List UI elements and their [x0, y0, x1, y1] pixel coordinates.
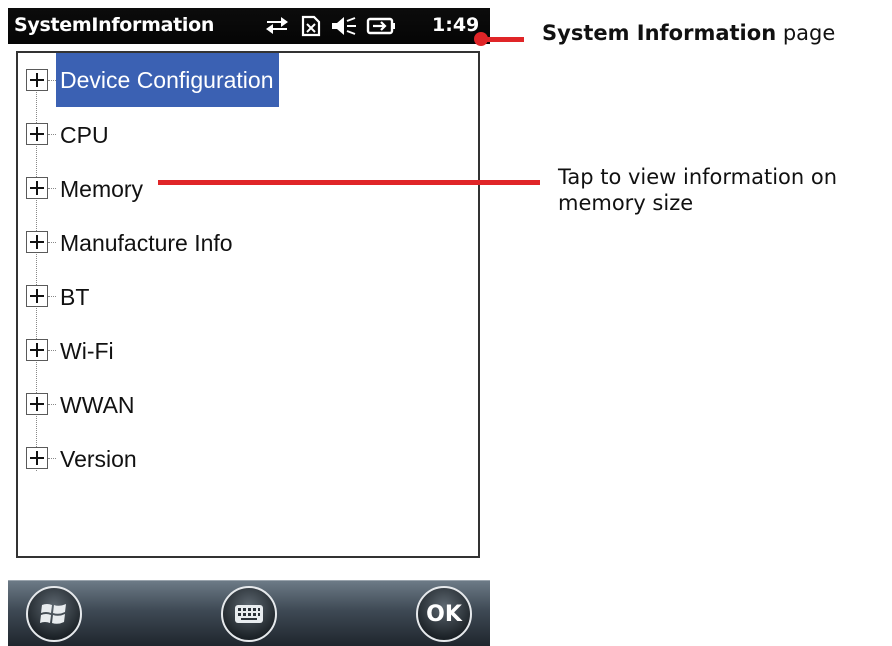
tree-item-label[interactable]: Manufacture Info [56, 223, 238, 263]
callout-memory-line2: memory size [558, 191, 694, 215]
tree-item-version[interactable]: Version [18, 439, 478, 479]
no-sim-icon [301, 15, 321, 37]
tree-item-bt[interactable]: BT [18, 277, 478, 317]
callout-page-title-bold: System Information [542, 21, 777, 45]
tree-item-wwan[interactable]: WWAN [18, 385, 478, 425]
expand-icon[interactable] [26, 393, 48, 415]
expand-icon[interactable] [26, 339, 48, 361]
app-title: SystemInformation [14, 14, 215, 36]
expand-icon[interactable] [26, 285, 48, 307]
expand-icon[interactable] [26, 177, 48, 199]
status-clock: 1:49 [432, 14, 480, 36]
callout-page-title: System Information page [542, 20, 835, 46]
keyboard-button[interactable] [221, 586, 277, 642]
expand-icon[interactable] [26, 69, 48, 91]
sync-arrows-icon [266, 17, 288, 34]
callout-leader-page [482, 37, 524, 42]
tree-connector [48, 296, 56, 297]
tree-connector [48, 80, 56, 81]
callout-memory-line1: Tap to view information on [558, 165, 838, 189]
speaker-muted-icon [332, 17, 356, 35]
callout-memory: Tap to view information on memory size [558, 164, 837, 216]
tree-item-label[interactable]: Device Configuration [56, 53, 279, 107]
tree-item-label[interactable]: CPU [56, 115, 114, 155]
tree-item-wifi[interactable]: Wi-Fi [18, 331, 478, 371]
tree-item-label[interactable]: Wi-Fi [56, 331, 119, 371]
tree-item-cpu[interactable]: CPU [18, 115, 478, 155]
device-screen: SystemInformation 1:49 Device Configurat… [8, 8, 490, 646]
callout-leader-memory [158, 180, 540, 185]
softkey-bar: OK [8, 580, 490, 646]
tree-item-label[interactable]: BT [56, 277, 94, 317]
tree-connector [48, 188, 56, 189]
keyboard-icon [235, 605, 263, 623]
tree-item-manufacture-info[interactable]: Manufacture Info [18, 223, 478, 263]
tree-connector [48, 350, 56, 351]
windows-start-icon [40, 604, 66, 624]
ok-button[interactable]: OK [416, 586, 472, 642]
info-tree-view[interactable]: Device Configuration CPU Memory Manufact… [16, 51, 480, 558]
tree-item-memory[interactable]: Memory [18, 169, 478, 209]
tree-connector [48, 242, 56, 243]
start-button[interactable] [26, 586, 82, 642]
tree-connector [48, 404, 56, 405]
tree-item-label[interactable]: Version [56, 439, 142, 479]
tree-connector [48, 458, 56, 459]
expand-icon[interactable] [26, 447, 48, 469]
battery-charging-icon [366, 17, 395, 35]
tree-item-label[interactable]: WWAN [56, 385, 140, 425]
tree-item-device-configuration[interactable]: Device Configuration [18, 53, 478, 107]
status-bar: SystemInformation 1:49 [8, 8, 490, 44]
main-content: Device Configuration CPU Memory Manufact… [8, 44, 490, 580]
ok-label: OK [426, 601, 462, 627]
expand-icon[interactable] [26, 231, 48, 253]
tree-connector [48, 134, 56, 135]
expand-icon[interactable] [26, 123, 48, 145]
callout-page-title-rest: page [776, 21, 836, 45]
tree-item-label[interactable]: Memory [56, 169, 148, 209]
